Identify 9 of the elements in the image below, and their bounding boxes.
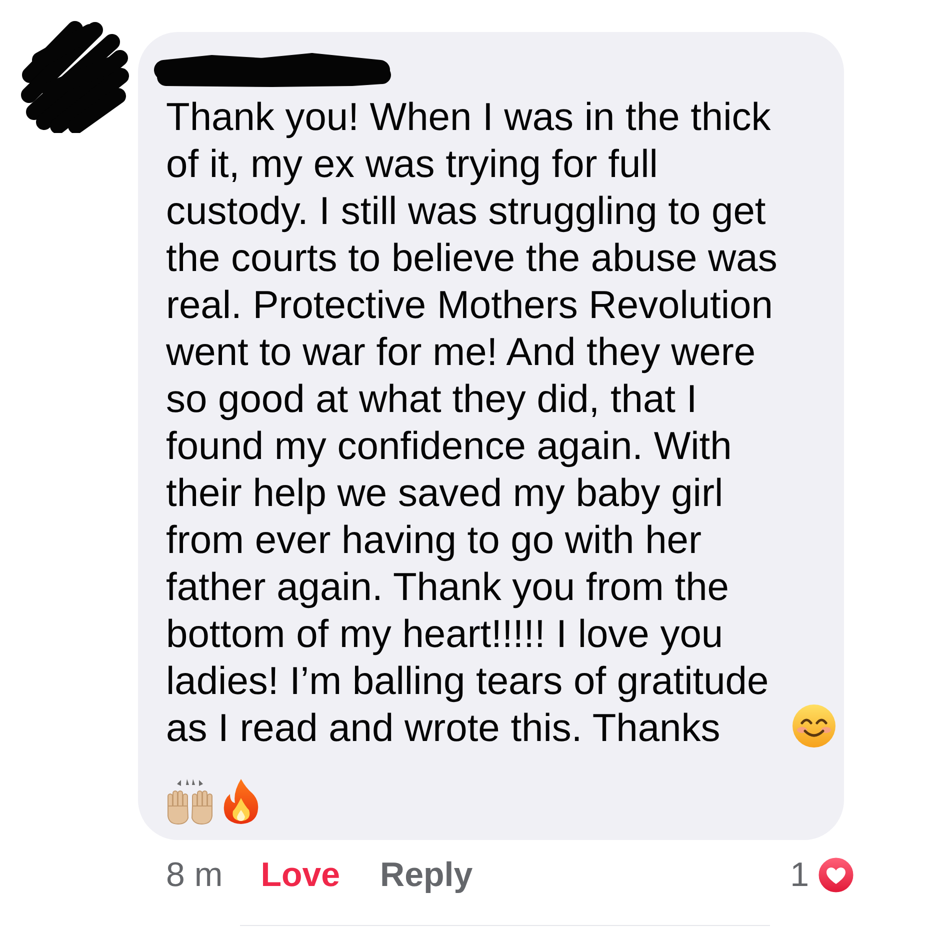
heart-reaction-icon	[817, 856, 855, 894]
comment-action[interactable]: Reply	[380, 852, 473, 898]
comment-time: 8 m	[166, 855, 223, 896]
reaction-count: 1	[790, 855, 809, 896]
raised-hands-icon	[166, 778, 214, 825]
comment-text: Thank you! When I was in the thick of it, my ex was trying for full custody. I still was struggling to get the courts to believe the abuse was real. Protective Mothers Revolution went to war for me! And they were so good at what they did, that I found my confidence again. With their help we saved my baby girl from ever having to go with her father again. Thank you from the bottom of my heart!!!!! I love you ladies! I’m balling tears of gratitude as I read and wrote this. Thanks	[166, 95, 778, 752]
smiling-face-icon	[792, 704, 836, 748]
fire-icon	[222, 778, 260, 825]
comment-action[interactable]: Love	[260, 852, 340, 898]
